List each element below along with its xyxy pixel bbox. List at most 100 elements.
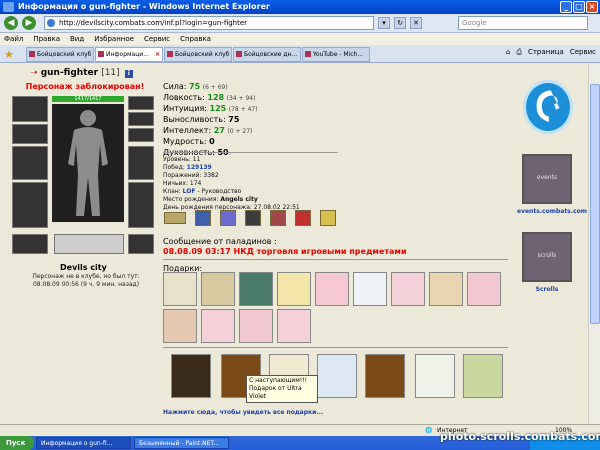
belt-slot[interactable]	[12, 234, 48, 254]
last-seen-line-2: 08.08.09 00:56 (9 ч. 9 мин. назад)	[32, 281, 140, 288]
menu-favorites[interactable]: Избранное	[94, 33, 134, 45]
last-seen-line-1: Персонаж не в клубе, но был тут:	[32, 273, 140, 280]
shield-slot[interactable]	[128, 146, 154, 180]
draws-text: Ничьих: 174	[163, 180, 202, 187]
gift-item[interactable]	[201, 309, 235, 343]
back-icon[interactable]: ◀	[4, 16, 18, 30]
print-icon[interactable]: ⎙	[516, 48, 522, 57]
tab-info[interactable]: Информаци... ×	[95, 47, 163, 62]
gift-item[interactable]	[277, 309, 311, 343]
armor-slot[interactable]	[12, 182, 48, 228]
task-ie[interactable]: Информация о gun-fi...	[36, 437, 131, 449]
scroll-thumb[interactable]	[590, 84, 600, 324]
minimize-button[interactable]: _	[560, 1, 572, 13]
bottom-slots	[10, 234, 154, 256]
medal-icon[interactable]	[295, 210, 311, 226]
all-gifts-link[interactable]: Нажмите сюда, чтобы увидеть все подарки.…	[163, 409, 323, 416]
axe-slot[interactable]	[12, 146, 48, 180]
gift-item[interactable]	[163, 272, 197, 306]
close-button[interactable]: ×	[586, 1, 598, 13]
medal-icon[interactable]	[164, 212, 186, 224]
gift-item[interactable]	[467, 272, 501, 306]
medal-icon[interactable]	[220, 210, 236, 226]
medal-icon[interactable]	[270, 210, 286, 226]
tab-fight-club-2[interactable]: Бойцовский клуб	[164, 47, 232, 62]
close-tab-icon[interactable]: ×	[155, 48, 160, 61]
divider	[163, 152, 338, 153]
scrolls-banner-text: scrolls	[537, 252, 557, 259]
tab-label: YouTube - Mich...	[313, 51, 364, 58]
events-banner-icon[interactable]: events	[522, 154, 572, 204]
menu-edit[interactable]: Правка	[33, 33, 60, 45]
gloves-slot[interactable]	[12, 124, 48, 144]
home-icon[interactable]: ⌂	[506, 48, 510, 57]
info-icon[interactable]: i	[124, 70, 133, 78]
tab-youtube[interactable]: YouTube - Mich...	[302, 47, 370, 62]
stat-label: Интуиция:	[163, 104, 207, 113]
birthplace-value: Angels city	[220, 196, 258, 203]
task-paint[interactable]: Безымянный - Paint.NET...	[134, 437, 229, 449]
page-menu[interactable]: Страница	[528, 48, 564, 57]
gift-item[interactable]	[391, 272, 425, 306]
card-item[interactable]	[415, 354, 455, 398]
tabs-bar: ★ Бойцовский клуб Информаци... × Бойцовск…	[0, 45, 600, 63]
card-item[interactable]	[365, 354, 405, 398]
events-link[interactable]: events.combats.com	[517, 208, 587, 215]
gift-item[interactable]	[315, 272, 349, 306]
url-input[interactable]: http://devilscity.combats.com/inf.pl?log…	[44, 16, 374, 30]
card-item[interactable]	[463, 354, 503, 398]
medal-icon[interactable]	[320, 210, 336, 226]
clan-link[interactable]: LOF	[183, 188, 196, 195]
amulet-slot[interactable]	[128, 112, 154, 126]
clan-role: - Руководство	[195, 188, 242, 195]
blocked-notice: Персонаж заблокирован!	[25, 82, 145, 91]
menu-file[interactable]: Файл	[4, 33, 23, 45]
service-menu[interactable]: Сервис	[570, 48, 596, 57]
ring-slot[interactable]	[128, 128, 154, 142]
vertical-scrollbar[interactable]	[588, 64, 600, 424]
paladin-message: Сообщение от паладинов : 08.08.09 03:17 …	[163, 237, 407, 257]
medal-icon[interactable]	[195, 210, 211, 226]
tab-fight-club-1[interactable]: Бойцовский клуб	[26, 47, 94, 62]
search-input[interactable]: Google	[458, 16, 588, 30]
stat-value: 125	[209, 104, 227, 113]
medal-icon[interactable]	[245, 210, 261, 226]
gift-item[interactable]	[239, 309, 273, 343]
url-actions: ▾ ↻ ✕	[378, 17, 422, 29]
gift-item[interactable]	[201, 272, 235, 306]
dropdown-icon[interactable]: ▾	[378, 17, 390, 29]
card-item[interactable]	[171, 354, 211, 398]
gift-item[interactable]	[239, 272, 273, 306]
tab-label: Бойцовский клуб	[37, 51, 92, 58]
tab-fight-days[interactable]: Бойцовские дн...	[233, 47, 301, 62]
gift-item[interactable]	[353, 272, 387, 306]
combats-logo-icon[interactable]	[523, 80, 573, 134]
menu-view[interactable]: Вид	[70, 33, 84, 45]
favorites-star-icon[interactable]: ★	[4, 48, 14, 61]
maximize-button[interactable]: □	[573, 1, 585, 13]
boots-slot[interactable]	[128, 182, 154, 228]
city-name: Devils city	[60, 263, 107, 272]
character-details: Уровень: 11 Побед: 129139 Поражений: 338…	[163, 156, 300, 212]
menu-tools[interactable]: Сервис	[144, 33, 170, 45]
gift-item[interactable]	[429, 272, 463, 306]
helmet-slot[interactable]	[12, 96, 48, 122]
stat-extra: (34 + 94)	[226, 95, 256, 102]
gift-item[interactable]	[163, 309, 197, 343]
address-bar: ◀ ▶ http://devilscity.combats.com/inf.pl…	[0, 14, 600, 33]
gift-item[interactable]	[277, 272, 311, 306]
refresh-icon[interactable]: ↻	[394, 17, 406, 29]
character-level: [11]	[101, 68, 120, 78]
pants-slot[interactable]	[128, 234, 154, 254]
start-button[interactable]: Пуск	[0, 436, 34, 450]
stat-value: 75	[228, 115, 240, 124]
forward-icon[interactable]: ▶	[22, 16, 36, 30]
stop-icon[interactable]: ✕	[410, 17, 422, 29]
tab-list: Бойцовский клуб Информаци... × Бойцовский…	[26, 47, 370, 62]
earring-slot[interactable]	[128, 96, 154, 110]
wins-value: 129139	[186, 164, 212, 171]
scrolls-banner-icon[interactable]: scrolls	[522, 232, 572, 282]
scrolls-link[interactable]: Scrolls	[517, 286, 577, 293]
card-item[interactable]	[317, 354, 357, 398]
menu-help[interactable]: Справка	[180, 33, 211, 45]
